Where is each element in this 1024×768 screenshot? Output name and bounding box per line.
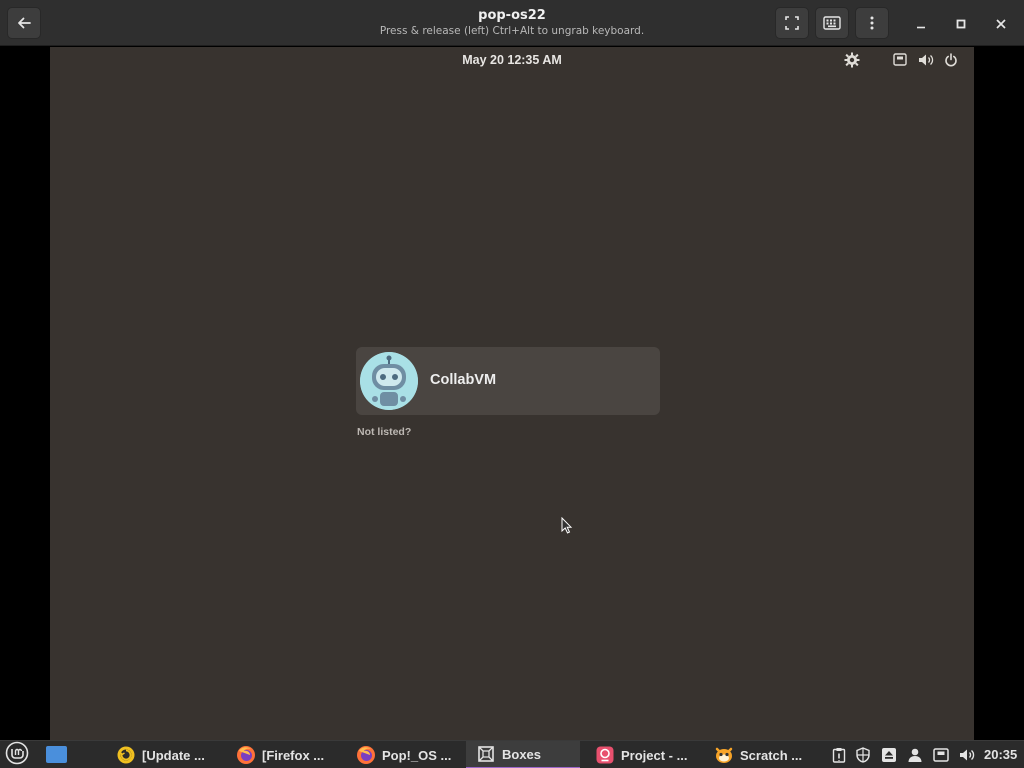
firefox-icon <box>236 745 256 765</box>
close-button[interactable] <box>986 8 1016 38</box>
fullscreen-button[interactable] <box>775 7 809 39</box>
show-desktop-button[interactable] <box>46 746 67 763</box>
close-icon <box>996 14 1006 33</box>
robot-avatar-icon <box>360 352 418 410</box>
power-icon[interactable] <box>944 53 958 67</box>
menu-button[interactable] <box>855 7 889 39</box>
start-menu-button[interactable] <box>4 741 30 768</box>
task-update-manager[interactable]: [Update ... <box>114 741 226 768</box>
task-boxes[interactable]: Boxes <box>466 741 580 768</box>
shield-icon[interactable] <box>854 746 872 764</box>
maximize-icon <box>956 14 966 33</box>
vm-clock[interactable]: May 20 12:35 AM <box>412 53 612 67</box>
maximize-button[interactable] <box>946 8 976 38</box>
boxes-icon <box>476 744 496 764</box>
scratch-cat-icon <box>714 745 734 765</box>
task-label: [Update ... <box>142 747 205 763</box>
gear-icon[interactable] <box>844 52 860 68</box>
vertical-dots-menu-icon <box>870 16 874 30</box>
window-title: pop-os22 <box>478 8 546 23</box>
user-name: CollabVM <box>430 372 497 388</box>
volume-icon[interactable] <box>958 746 976 764</box>
window-subtitle: Press & release (left) Ctrl+Alt to ungra… <box>379 25 645 37</box>
task-label: Scratch ... <box>740 747 803 763</box>
send-keys-button[interactable] <box>815 7 849 39</box>
not-listed-link[interactable]: Not listed? <box>357 426 411 438</box>
task-scratch[interactable]: Scratch ... <box>712 741 822 768</box>
network-icon[interactable] <box>932 746 950 764</box>
minimize-button[interactable] <box>906 8 936 38</box>
minimize-icon <box>916 14 926 33</box>
user-icon[interactable] <box>906 746 924 764</box>
task-label: Boxes <box>502 746 542 762</box>
arrow-left-icon <box>16 15 32 31</box>
task-label: Project - ... <box>621 747 688 763</box>
volume-icon[interactable] <box>918 53 934 67</box>
keyboard-icon <box>823 16 841 30</box>
taskbar-clock[interactable]: 20:35 <box>984 747 1017 762</box>
vm-display[interactable]: May 20 12:35 AM CollabVM Not listed? <box>50 47 974 740</box>
task-project[interactable]: Project - ... <box>593 741 703 768</box>
task-label: [Firefox ... <box>262 747 325 763</box>
task-label: Pop!_OS ... <box>382 747 452 763</box>
host-taskbar: [Update ... [Firefox ... Pop!_OS ... Box… <box>0 740 1024 768</box>
task-firefox[interactable]: [Firefox ... <box>234 741 346 768</box>
mouse-pointer-icon <box>561 516 573 538</box>
vm-top-panel: May 20 12:35 AM <box>50 47 974 75</box>
user-list-item[interactable]: CollabVM <box>356 347 660 415</box>
firefox-icon <box>356 745 376 765</box>
eject-icon[interactable] <box>880 746 898 764</box>
fullscreen-icon <box>784 15 800 31</box>
task-popos-firefox[interactable]: Pop!_OS ... <box>354 741 464 768</box>
update-manager-icon <box>116 745 136 765</box>
back-button[interactable] <box>7 7 41 39</box>
project-icon <box>595 745 615 765</box>
boxes-headerbar: pop-os22 Press & release (left) Ctrl+Alt… <box>0 0 1024 46</box>
clipboard-icon[interactable] <box>830 746 848 764</box>
wired-network-icon[interactable] <box>893 53 907 66</box>
mint-logo-icon <box>5 741 29 768</box>
